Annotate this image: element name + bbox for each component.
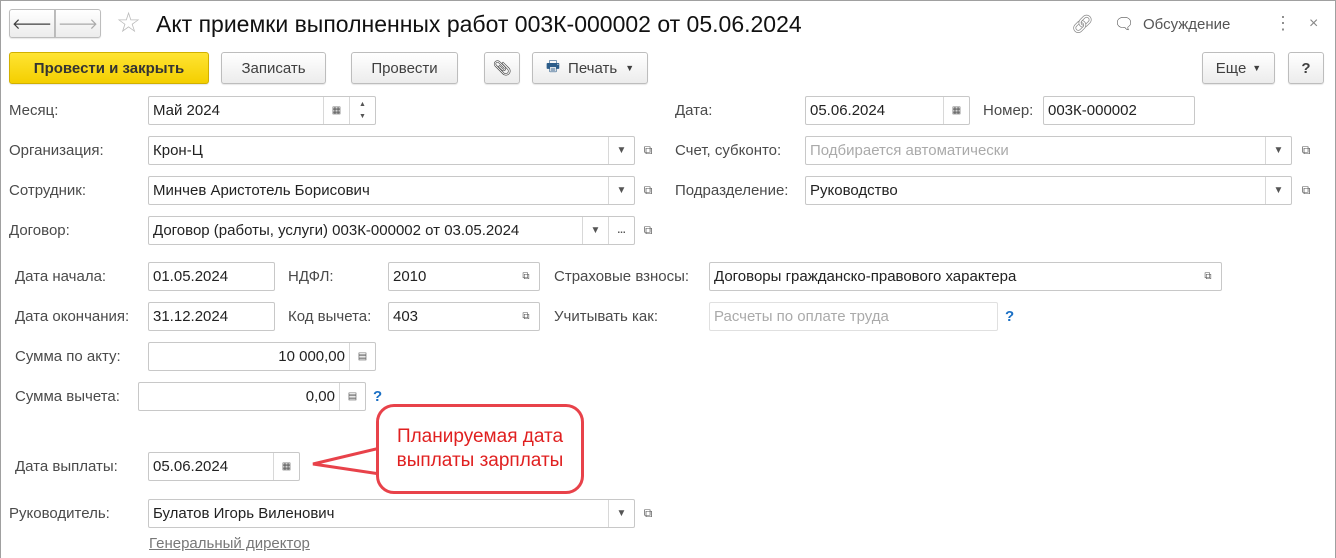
open-icon[interactable]: ⧉ <box>513 263 539 290</box>
chevron-down-icon[interactable]: ▼ <box>1265 137 1291 164</box>
start-field[interactable]: 01.05.2024 <box>148 262 275 291</box>
chevron-down-icon[interactable]: ▼ <box>582 217 608 244</box>
more-actions-icon[interactable]: ⋮ <box>1274 13 1292 34</box>
contract-label: Договор: <box>9 222 70 239</box>
open-icon[interactable]: ⧉ <box>1294 136 1318 165</box>
date-label: Дата: <box>675 102 713 119</box>
help-question-icon[interactable]: ? <box>1005 308 1014 325</box>
month-label: Месяц: <box>9 102 59 119</box>
open-icon[interactable]: ⧉ <box>636 176 660 205</box>
act-sum-label: Сумма по акту: <box>15 348 121 365</box>
pay-date-field[interactable]: 05.06.2024 ▦ <box>148 452 300 481</box>
deduction-code-label: Код вычета: <box>288 308 372 325</box>
open-icon[interactable]: ⧉ <box>1294 176 1318 205</box>
open-icon[interactable]: ⧉ <box>513 303 539 330</box>
end-label: Дата окончания: <box>15 308 130 325</box>
number-field[interactable]: 003К-000002 <box>1043 96 1195 125</box>
head-field[interactable]: Булатов Игорь Виленович ▼ <box>148 499 635 528</box>
calendar-icon[interactable]: ▦ <box>943 97 969 124</box>
deduction-sum-label: Сумма вычета: <box>15 388 120 405</box>
insurance-label: Страховые взносы: <box>554 268 690 285</box>
window-title: Акт приемки выполненных работ 003К-00000… <box>156 11 802 37</box>
month-stepper[interactable]: ▲ ▼ <box>349 97 375 124</box>
select-ellipsis-button[interactable]: ... <box>608 217 634 244</box>
pay-date-label: Дата выплаты: <box>15 458 118 475</box>
chevron-down-icon[interactable]: ▼ <box>608 137 634 164</box>
ndfl-label: НДФЛ: <box>288 268 334 285</box>
employee-label: Сотрудник: <box>9 182 87 199</box>
date-field[interactable]: 05.06.2024 ▦ <box>805 96 970 125</box>
chevron-down-icon[interactable]: ▼ <box>1265 177 1291 204</box>
save-button[interactable]: Записать <box>221 52 326 84</box>
account-as-field[interactable]: Расчеты по оплате труда <box>709 302 998 331</box>
post-and-close-button[interactable]: Провести и закрыть <box>9 52 209 84</box>
callout-annotation: Планируемая дата выплаты зарплаты <box>376 404 584 494</box>
org-label: Организация: <box>9 142 104 159</box>
favorite-star-icon[interactable]: ☆ <box>116 6 141 39</box>
help-button[interactable]: ? <box>1288 52 1324 84</box>
number-label: Номер: <box>983 102 1034 119</box>
account-as-label: Учитывать как: <box>554 308 659 325</box>
open-icon[interactable]: ⧉ <box>636 499 660 528</box>
deduction-sum-field[interactable]: 0,00 ▤ <box>138 382 366 411</box>
month-field[interactable]: Май 2024 ▦ ▲ ▼ <box>148 96 376 125</box>
post-button[interactable]: Провести <box>351 52 458 84</box>
org-field[interactable]: Крон-Ц ▼ <box>148 136 635 165</box>
callout-joint <box>379 420 389 470</box>
calculator-icon[interactable]: ▤ <box>339 383 365 410</box>
head-label: Руководитель: <box>9 505 110 522</box>
open-icon[interactable]: ⧉ <box>1195 263 1221 290</box>
chevron-down-icon: ▼ <box>1252 63 1262 73</box>
more-button[interactable]: Еще ▼ <box>1202 52 1275 84</box>
head-position-link[interactable]: Генеральный директор <box>149 535 310 552</box>
open-icon[interactable]: ⧉ <box>636 136 660 165</box>
chevron-down-icon[interactable]: ▼ <box>608 177 634 204</box>
deduction-code-field[interactable]: 403 ⧉ <box>388 302 540 331</box>
account-label: Счет, субконто: <box>675 142 782 159</box>
printer-icon: 🖶 <box>545 57 561 75</box>
chevron-down-icon[interactable]: ▼ <box>608 500 634 527</box>
account-field[interactable]: Подбирается автоматически ▼ <box>805 136 1292 165</box>
discussion-button[interactable]: Обсуждение <box>1143 16 1230 33</box>
insurance-field[interactable]: Договоры гражданско-правового характера ⧉ <box>709 262 1222 291</box>
print-button[interactable]: 🖶 Печать ▼ <box>532 52 648 84</box>
chevron-down-icon: ▼ <box>625 63 635 73</box>
start-label: Дата начала: <box>15 268 107 285</box>
back-button[interactable]: 🡐 <box>9 9 55 38</box>
discussion-icon[interactable]: 🗨︎ <box>1114 14 1134 34</box>
help-question-icon[interactable]: ? <box>373 388 382 405</box>
act-sum-field[interactable]: 10 000,00 ▤ <box>148 342 376 371</box>
end-field[interactable]: 31.12.2024 <box>148 302 275 331</box>
dept-label: Подразделение: <box>675 182 789 199</box>
dept-field[interactable]: Руководство ▼ <box>805 176 1292 205</box>
calendar-icon[interactable]: ▦ <box>273 453 299 480</box>
calculator-icon[interactable]: ▤ <box>349 343 375 370</box>
link-icon[interactable]: 🔗︎ <box>1071 14 1094 35</box>
calendar-icon[interactable]: ▦ <box>323 97 349 124</box>
open-icon[interactable]: ⧉ <box>636 216 660 245</box>
close-icon[interactable]: × <box>1309 15 1318 33</box>
employee-field[interactable]: Минчев Аристотель Борисович ▼ <box>148 176 635 205</box>
attach-paperclip-icon[interactable]: 📎︎ <box>484 52 520 84</box>
forward-button[interactable]: 🡒 <box>55 9 101 38</box>
contract-field[interactable]: Договор (работы, услуги) 003К-000002 от … <box>148 216 635 245</box>
ndfl-field[interactable]: 2010 ⧉ <box>388 262 540 291</box>
